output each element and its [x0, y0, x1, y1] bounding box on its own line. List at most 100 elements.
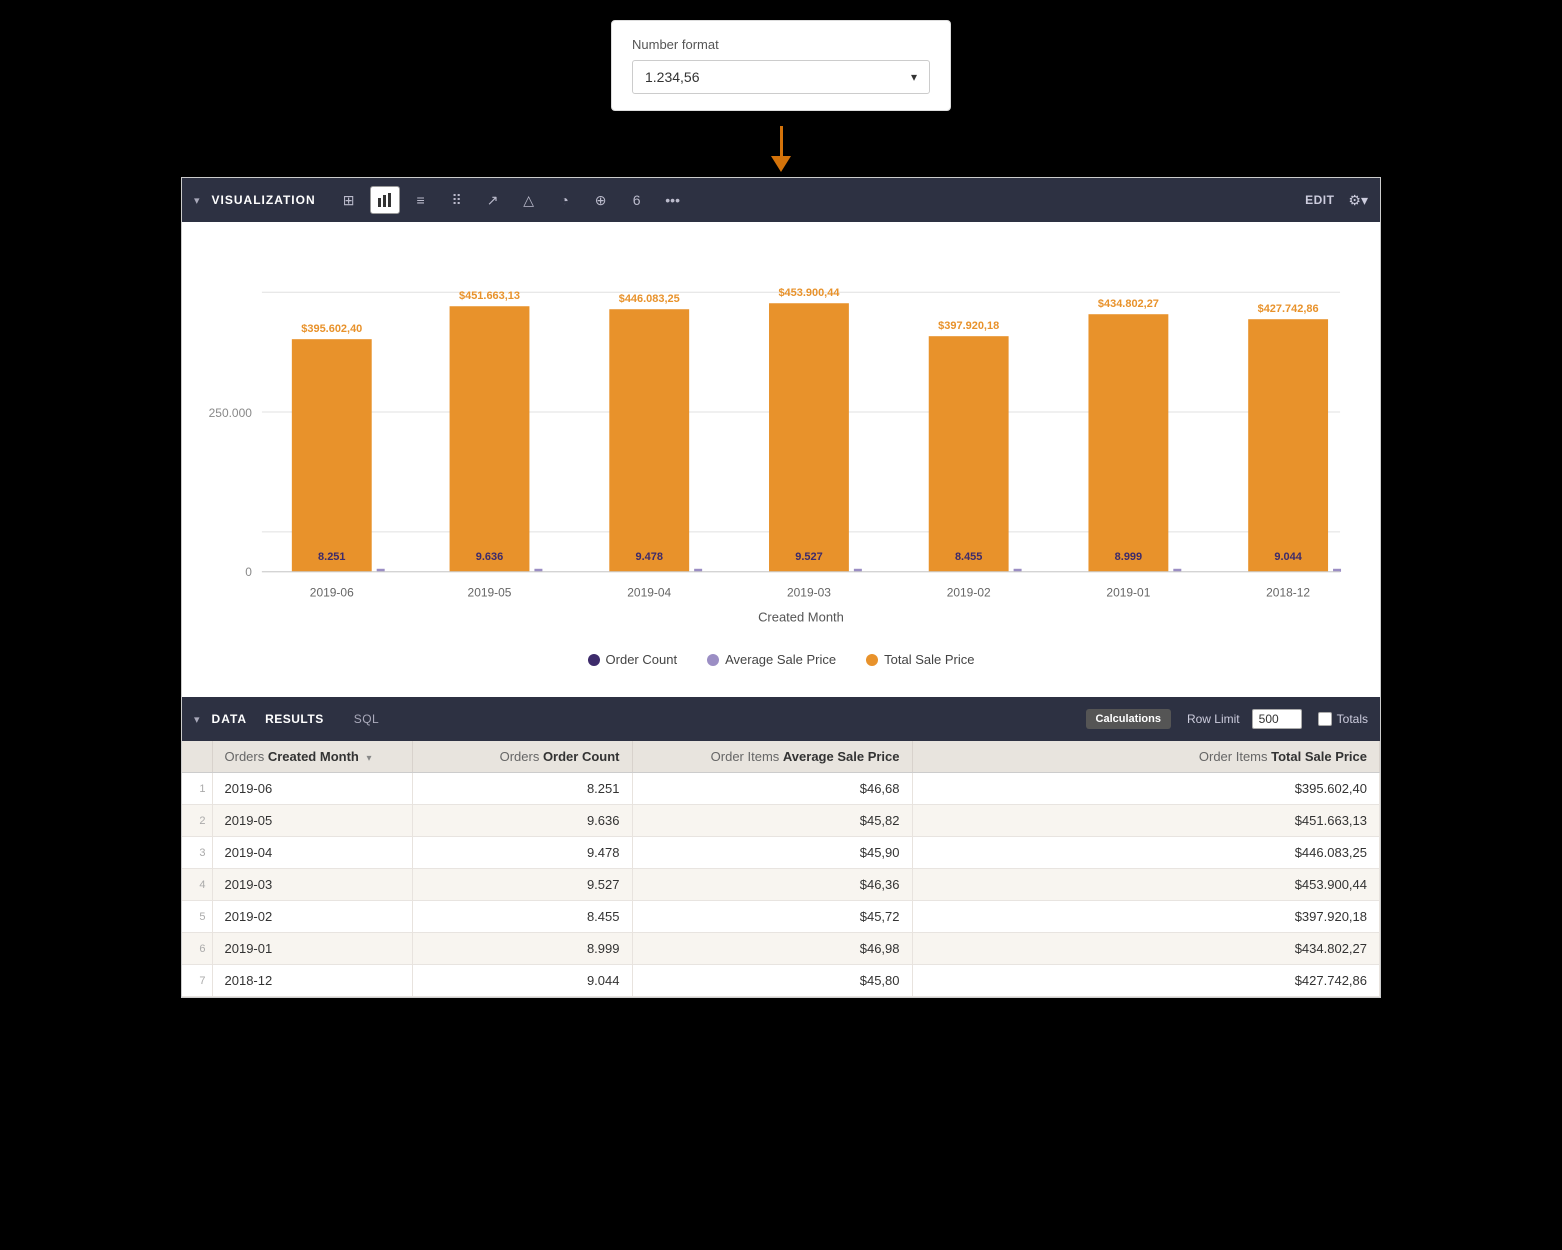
visualization-header: ▾ VISUALIZATION ⊞ ≡ ⠿ ↗ △ ◔ ⊕ 6 ••• EDIT…: [182, 178, 1380, 222]
svg-text:2019-02: 2019-02: [947, 586, 991, 600]
row-number: 6: [182, 933, 212, 965]
svg-text:8.999: 8.999: [1115, 551, 1142, 563]
cell-total: $427.742,86: [912, 965, 1380, 997]
svg-text:$434.802,27: $434.802,27: [1098, 298, 1159, 310]
totals-label: Totals: [1318, 712, 1368, 726]
table-icon-btn[interactable]: ⊞: [334, 186, 364, 214]
svg-text:$427.742,86: $427.742,86: [1258, 303, 1319, 315]
map-icon-btn[interactable]: ⊕: [586, 186, 616, 214]
table-header-row: Orders Created Month ▾ Orders Order Coun…: [182, 741, 1380, 773]
chart-area: 250.000 0 $395.602,40 8.251 2019-06: [182, 222, 1380, 697]
arrow-head: [771, 156, 791, 172]
table-row: 6 2019-01 8.999 $46,98 $434.802,27: [182, 933, 1380, 965]
main-panel: ▾ VISUALIZATION ⊞ ≡ ⠿ ↗ △ ◔ ⊕ 6 ••• EDIT…: [181, 177, 1381, 998]
col-header-count[interactable]: Orders Order Count: [412, 741, 632, 773]
chart-legend: Order Count Average Sale Price Total Sal…: [202, 642, 1360, 687]
cell-total: $395.602,40: [912, 773, 1380, 805]
number-format-dropdown[interactable]: 1.234,56 ▾: [632, 60, 930, 94]
table-row: 2 2019-05 9.636 $45,82 $451.663,13: [182, 805, 1380, 837]
cell-month: 2019-03: [212, 869, 412, 901]
gear-icon[interactable]: ⚙▾: [1348, 192, 1368, 209]
edit-button[interactable]: EDIT: [1305, 193, 1334, 207]
col-count-prefix: Orders: [500, 749, 543, 764]
more-icon-btn[interactable]: •••: [658, 186, 688, 214]
svg-text:2018-12: 2018-12: [1266, 586, 1310, 600]
svg-text:2019-06: 2019-06: [310, 586, 354, 600]
svg-text:Created Month: Created Month: [758, 610, 844, 625]
svg-text:2019-05: 2019-05: [468, 586, 512, 600]
cell-avg: $46,36: [632, 869, 912, 901]
tab-sql[interactable]: SQL: [342, 708, 392, 730]
total-bar-2019-05[interactable]: [450, 306, 530, 572]
scatter-icon-btn[interactable]: ⠿: [442, 186, 472, 214]
cell-total: $451.663,13: [912, 805, 1380, 837]
cell-count: 9.527: [412, 869, 632, 901]
svg-text:2019-03: 2019-03: [787, 586, 831, 600]
cell-count: 9.478: [412, 837, 632, 869]
cell-avg: $45,82: [632, 805, 912, 837]
col-header-total[interactable]: Order Items Total Sale Price: [912, 741, 1380, 773]
svg-text:$397.920,18: $397.920,18: [938, 320, 999, 332]
number-icon-btn[interactable]: 6: [622, 186, 652, 214]
pie-icon-btn[interactable]: ◔: [550, 186, 580, 214]
col-month-bold: Created Month: [268, 749, 359, 764]
legend-dot-order-count: [588, 654, 600, 666]
tab-results[interactable]: RESULTS: [253, 708, 336, 730]
cell-month: 2019-02: [212, 901, 412, 933]
total-bar-2019-06[interactable]: [292, 339, 372, 572]
col-header-month[interactable]: Orders Created Month ▾: [212, 741, 412, 773]
chevron-down-icon: ▾: [911, 70, 917, 84]
svg-text:9.478: 9.478: [636, 551, 663, 563]
total-bar-2019-02[interactable]: [929, 336, 1009, 572]
col-avg-prefix: Order Items: [711, 749, 783, 764]
total-bar-2019-04[interactable]: [609, 309, 689, 572]
svg-text:2019-01: 2019-01: [1106, 586, 1150, 600]
bar-chart-icon-btn[interactable]: [370, 186, 400, 214]
svg-text:9.527: 9.527: [795, 551, 822, 563]
calculations-button[interactable]: Calculations: [1086, 709, 1171, 729]
svg-text:$446.083,25: $446.083,25: [619, 293, 680, 305]
totals-checkbox[interactable]: [1318, 712, 1332, 726]
svg-text:250.000: 250.000: [209, 406, 253, 420]
cell-avg: $46,68: [632, 773, 912, 805]
cell-count: 8.455: [412, 901, 632, 933]
svg-text:9.636: 9.636: [476, 551, 503, 563]
cell-total: $397.920,18: [912, 901, 1380, 933]
legend-dot-total-price: [866, 654, 878, 666]
svg-text:8.251: 8.251: [318, 551, 345, 563]
total-bar-2019-01[interactable]: [1088, 314, 1168, 572]
arrow-line: [780, 126, 783, 156]
bar-group-2019-01: $434.802,27 8.999 2019-01: [1088, 298, 1181, 600]
bar-group-2019-03: $453.900,44 9.527 2019-03: [769, 287, 862, 599]
total-bar-2019-03[interactable]: [769, 303, 849, 572]
list-icon-btn[interactable]: ≡: [406, 186, 436, 214]
svg-text:$451.663,13: $451.663,13: [459, 290, 520, 302]
results-table: Orders Created Month ▾ Orders Order Coun…: [182, 741, 1380, 997]
number-format-label: Number format: [632, 37, 930, 52]
bar-group-2019-06: $395.602,40 8.251 2019-06: [292, 323, 385, 600]
data-collapse-toggle[interactable]: ▾: [194, 713, 200, 726]
row-num-header: [182, 741, 212, 773]
row-number: 4: [182, 869, 212, 901]
sort-icon: ▾: [366, 753, 371, 764]
viz-collapse-toggle[interactable]: ▾: [194, 194, 200, 207]
cell-month: 2019-01: [212, 933, 412, 965]
cell-count: 9.044: [412, 965, 632, 997]
cell-month: 2019-04: [212, 837, 412, 869]
cell-month: 2018-12: [212, 965, 412, 997]
col-header-avg[interactable]: Order Items Average Sale Price: [632, 741, 912, 773]
table-row: 4 2019-03 9.527 $46,36 $453.900,44: [182, 869, 1380, 901]
row-limit-label: Row Limit: [1187, 712, 1240, 726]
table-row: 3 2019-04 9.478 $45,90 $446.083,25: [182, 837, 1380, 869]
svg-text:2019-04: 2019-04: [627, 586, 671, 600]
legend-label-avg-price: Average Sale Price: [725, 652, 836, 667]
line-icon-btn[interactable]: ↗: [478, 186, 508, 214]
legend-total-price: Total Sale Price: [866, 652, 974, 667]
table-body: 1 2019-06 8.251 $46,68 $395.602,40 2 201…: [182, 773, 1380, 997]
row-limit-input[interactable]: [1252, 709, 1302, 729]
area-icon-btn[interactable]: △: [514, 186, 544, 214]
table-row: 7 2018-12 9.044 $45,80 $427.742,86: [182, 965, 1380, 997]
arrow-indicator: [771, 126, 791, 172]
col-month-prefix: Orders: [225, 749, 268, 764]
total-bar-2018-12[interactable]: [1248, 319, 1328, 572]
